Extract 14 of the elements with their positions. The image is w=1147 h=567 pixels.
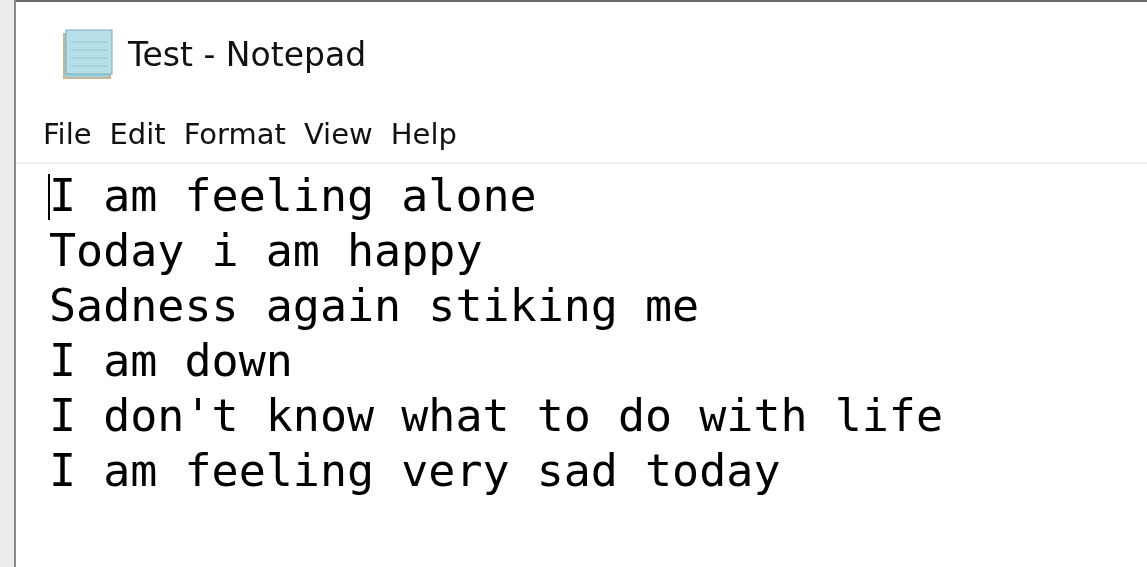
menu-item[interactable]: Help — [381, 117, 466, 151]
menu-item[interactable]: File — [34, 117, 101, 151]
menu-item[interactable]: View — [294, 117, 382, 151]
text-line: I am down — [49, 333, 294, 388]
text-cursor — [48, 174, 50, 220]
text-line: I am feeling very sad today — [49, 443, 782, 498]
menu-item[interactable]: Format — [174, 117, 295, 151]
notepad-icon — [60, 28, 116, 80]
text-line: I don't know what to do with life — [49, 388, 945, 443]
text-line: I am feeling alone — [49, 168, 538, 223]
text-line: Sadness again stiking me — [49, 278, 701, 333]
menu-item[interactable]: Edit — [100, 117, 175, 151]
text-line: Today i am happy — [49, 223, 484, 278]
window-title: Test - Notepad — [128, 34, 367, 74]
